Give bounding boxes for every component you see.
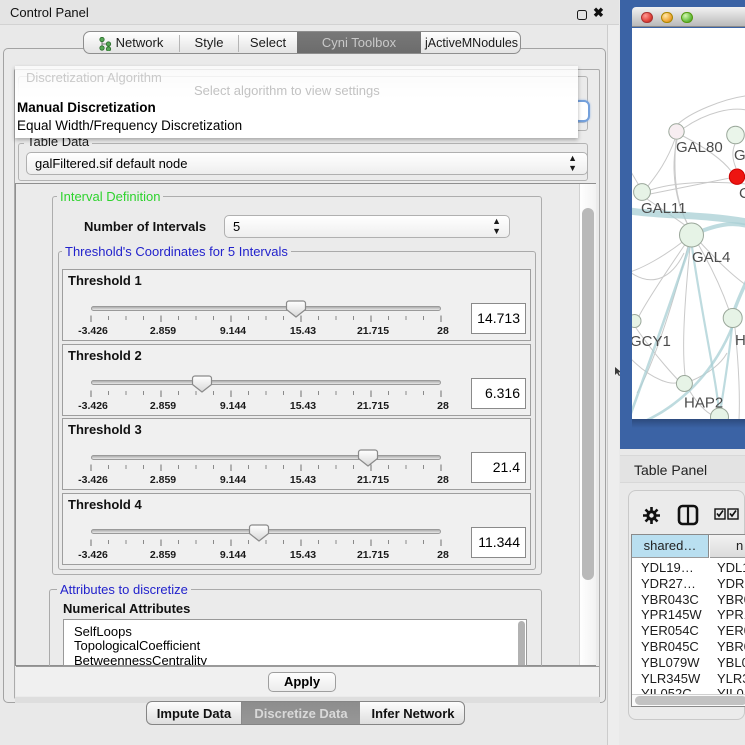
svg-text:H: H [735,332,745,349]
svg-text:GAL80: GAL80 [676,139,723,156]
svg-text:GAL4: GAL4 [692,249,730,266]
svg-text:GA: GA [734,147,745,164]
svg-text:GAL11: GAL11 [641,200,687,217]
svg-text:HAP2: HAP2 [684,395,723,412]
svg-text:C: C [739,185,745,202]
svg-text:GCY1: GCY1 [632,333,671,350]
